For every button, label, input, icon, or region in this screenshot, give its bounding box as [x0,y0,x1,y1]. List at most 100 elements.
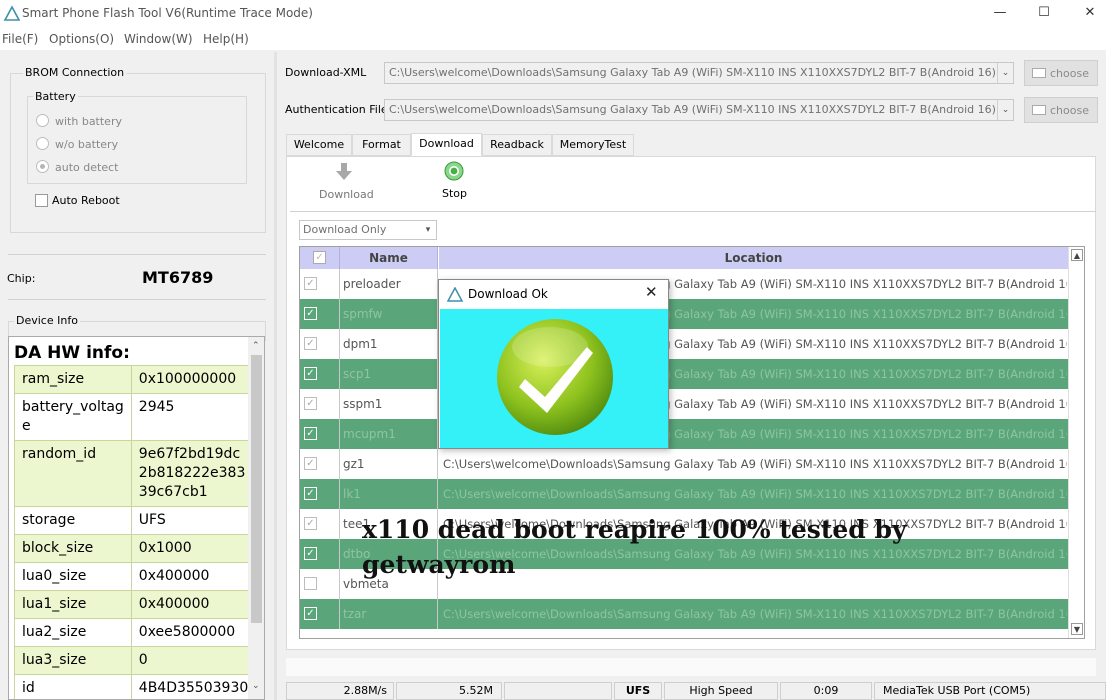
chevron-down-icon[interactable]: ▾ [420,221,436,239]
scrollbar-thumb[interactable] [251,355,262,623]
table-row[interactable]: ✓ lk1 C:\Users\welcome\Downloads\Samsung G… [300,479,1068,509]
row-checkbox[interactable]: ✓ [304,427,317,440]
hw-info-key: lua3_size [14,646,132,675]
radio-with-battery-label: with battery [55,115,122,128]
menu-options[interactable]: Options(O) [49,32,114,46]
row-checkbox[interactable]: ✓ [304,367,317,380]
column-header-location[interactable]: Location [439,247,1068,269]
column-header-name[interactable]: Name [340,247,438,269]
auto-reboot-checkbox[interactable] [35,194,48,207]
row-location[interactable]: C:\Users\welcome\Downloads\Samsung Galax… [441,599,1067,629]
row-checkbox-cell: ✓ [300,269,340,299]
radio-with-battery[interactable] [36,114,49,127]
auth-file-field[interactable]: C:\Users\welcome\Downloads\Samsung Galax… [384,99,1014,121]
row-location[interactable]: C:\Users\welcome\Downloads\Samsung Galax… [441,449,1067,479]
hw-info-table: ram_size 0x100000000 battery_voltag e 2945 r… [14,365,257,699]
table-row[interactable]: ✓ gz1 C:\Users\welcome\Downloads\Samsung G… [300,449,1068,479]
chevron-down-icon[interactable]: ⌄ [997,100,1013,120]
device-info-scrollbar[interactable]: ⌃ ⌄ [248,337,264,699]
tab-download[interactable]: Download [411,133,482,156]
divider [290,211,1096,212]
download-ok-dialog: Download Ok ✕ [438,279,669,449]
table-row[interactable]: ✓ spmfw C:\Users\welcome\Downloads\Samsung… [300,299,1068,329]
table-row[interactable]: ✓ tzar C:\Users\welcome\Downloads\Samsung … [300,599,1068,629]
hw-info-value: UFS [130,506,257,535]
table-scrollbar[interactable]: ▲ ▼ [1068,247,1084,638]
row-checkbox-cell: ✓ [300,479,340,509]
table-row[interactable]: ✓ dpm1 C:\Users\welcome\Downloads\Samsung … [300,329,1068,359]
row-location[interactable]: C:\Users\welcome\Downloads\Samsung Galax… [441,479,1067,509]
tab-memorytest[interactable]: MemoryTest [552,134,634,156]
close-icon[interactable]: ✕ [1080,4,1100,22]
dialog-body [440,309,668,448]
radio-without-battery[interactable] [36,137,49,150]
scroll-down-icon[interactable]: ▼ [1071,623,1083,635]
row-checkbox[interactable]: ✓ [304,337,317,350]
row-checkbox[interactable]: ✓ [304,607,317,620]
hw-info-key: random_id [14,440,132,507]
dialog-logo-icon [447,287,463,302]
row-checkbox-cell: ✓ [300,329,340,359]
menu-bar: File(F) Options(O) Window(W) Help(H) [0,28,1106,50]
splitter[interactable] [274,52,277,700]
title-bar: Smart Phone Flash Tool V6(Runtime Trace … [0,0,1106,28]
table-row[interactable]: ✓ sspm1 C:\Users\welcome\Downloads\Samsung… [300,389,1068,419]
download-button[interactable]: Download [318,160,374,202]
row-checkbox[interactable]: ✓ [304,397,317,410]
tab-readback[interactable]: Readback [482,134,552,156]
row-name: spmfw [340,299,438,329]
row-name: preloader [340,269,438,299]
tab-welcome[interactable]: Welcome [286,134,352,156]
row-checkbox-cell: ✓ [300,419,340,449]
row-name: gz1 [340,449,438,479]
folder-icon [1032,105,1046,115]
device-info-title: Device Info [14,314,80,327]
row-checkbox[interactable]: ✓ [304,457,317,470]
status-usb-speed: High Speed [664,682,778,700]
table-row[interactable]: ✓ mcupm1 C:\Users\welcome\Downloads\Samsun… [300,419,1068,449]
radio-without-battery-label: w/o battery [55,138,119,151]
auth-file-value: C:\Users\welcome\Downloads\Samsung Galax… [389,103,1014,116]
row-checkbox[interactable]: ✓ [304,487,317,500]
row-checkbox[interactable] [304,577,317,590]
radio-auto-detect[interactable] [36,160,49,173]
select-all-checkbox[interactable]: ✓ [313,251,326,264]
hw-info-row: lua0_size 0x400000 [14,562,257,591]
table-row[interactable]: ✓ scp1 C:\Users\welcome\Downloads\Samsung … [300,359,1068,389]
row-name: tzar [340,599,438,629]
hw-info-value: 0x400000 [130,562,257,591]
scroll-up-icon[interactable]: ▲ [1071,249,1083,261]
success-checkmark-icon [497,319,613,435]
stop-button[interactable]: Stop [436,160,472,202]
chevron-down-icon[interactable]: ⌄ [997,63,1013,83]
choose-auth-file-button[interactable]: choose [1024,97,1098,123]
download-xml-label: Download-XML [285,66,367,79]
chip-label: Chip: [7,272,36,285]
app-logo-icon [3,5,21,21]
status-time: 0:09 [780,682,872,700]
auth-file-label: Authentication File [285,103,388,116]
download-mode-select[interactable]: Download Only ▾ [299,220,437,240]
row-checkbox[interactable]: ✓ [304,517,317,530]
row-checkbox[interactable]: ✓ [304,307,317,320]
menu-help[interactable]: Help(H) [203,32,249,46]
choose-download-xml-button[interactable]: choose [1024,60,1098,86]
row-checkbox[interactable]: ✓ [304,547,317,560]
scroll-down-icon[interactable]: ⌄ [252,681,260,691]
tab-format[interactable]: Format [352,134,411,156]
hw-info-row: id4B4D35503930 3031444D2D4 [14,674,257,699]
row-checkbox[interactable]: ✓ [304,277,317,290]
menu-file[interactable]: File(F) [2,32,38,46]
scroll-up-icon[interactable]: ⌃ [252,341,260,351]
row-checkbox-cell: ✓ [300,359,340,389]
header-checkbox-cell[interactable]: ✓ [300,247,340,269]
dialog-close-icon[interactable]: ✕ [645,283,658,301]
menu-window[interactable]: Window(W) [124,32,193,46]
minimize-icon[interactable]: — [990,4,1010,22]
maximize-icon[interactable]: ☐ [1034,4,1054,22]
table-row[interactable]: ✓ preloader C:\Users\welcome\Downloads\Sam… [300,269,1068,299]
row-checkbox-cell: ✓ [300,299,340,329]
status-blank [504,682,612,700]
download-xml-field[interactable]: C:\Users\welcome\Downloads\Samsung Galax… [384,62,1014,84]
overlay-line-1: x110 dead boot reapire 100% tested by [362,515,907,544]
